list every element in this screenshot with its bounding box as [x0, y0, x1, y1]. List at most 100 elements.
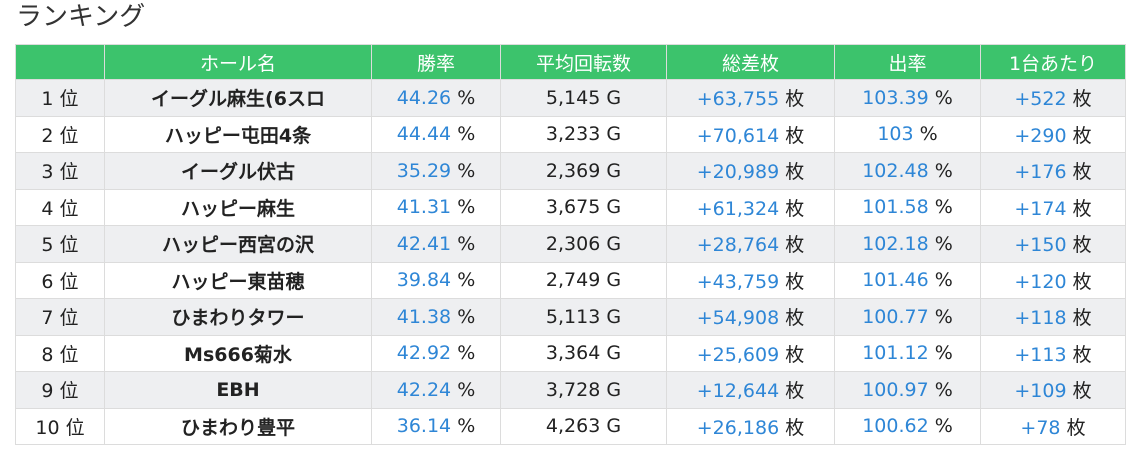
payout-rate-cell: 103 %: [834, 115, 981, 153]
total-diff-value: +63,755: [696, 88, 780, 111]
hall-name-cell: Ms666菊水: [104, 334, 372, 372]
total-diff-unit: 枚: [785, 270, 805, 293]
payout-rate-unit: %: [934, 269, 953, 292]
payout-rate-cell: 101.58 %: [834, 188, 981, 226]
hall-name-link[interactable]: ハッピー東苗穂: [171, 271, 304, 293]
header-hall-name[interactable]: ホール名: [104, 44, 372, 80]
payout-rate-cell: 100.97 %: [834, 371, 981, 409]
hall-name-link[interactable]: ハッピー屯田4条: [165, 125, 311, 147]
per-unit-value: +120: [1014, 270, 1067, 293]
total-diff-cell: +54,908 枚: [666, 298, 835, 336]
payout-rate-value: 101.12: [862, 342, 929, 365]
total-diff-cell: +43,759 枚: [666, 261, 835, 299]
win-rate-value: 36.14: [396, 415, 452, 438]
per-unit-cell: +109 枚: [980, 371, 1126, 409]
win-rate-value: 35.29: [396, 159, 452, 182]
win-rate-value: 44.44: [396, 123, 452, 146]
win-rate-cell: 42.92 %: [371, 334, 501, 372]
header-win-rate[interactable]: 勝率: [371, 44, 501, 80]
hall-name-cell: ひまわりタワー: [104, 298, 372, 336]
hall-name-cell: イーグル麻生(6スロ: [104, 79, 372, 117]
total-diff-unit: 枚: [785, 307, 805, 330]
avg-spins-value: 2,306 G: [545, 232, 622, 255]
rank-label: 4 位: [41, 197, 79, 220]
total-diff-value: +28,764: [696, 234, 780, 257]
hall-name-cell: ひまわり豊平: [104, 407, 372, 445]
per-unit-cell: +176 枚: [980, 152, 1126, 190]
ranking-table: ホール名 勝率 平均回転数 総差枚 出率 1台あたり 1 位 イーグル麻生(6ス…: [15, 44, 1126, 445]
hall-name-link[interactable]: EBH: [216, 379, 259, 401]
per-unit-cell: +118 枚: [980, 298, 1126, 336]
hall-name-link[interactable]: ひまわりタワー: [171, 307, 304, 329]
avg-spins-value: 3,233 G: [545, 123, 622, 146]
per-unit-cell: +150 枚: [980, 225, 1126, 263]
win-rate-unit: %: [457, 415, 476, 438]
header-per-unit[interactable]: 1台あたり: [980, 44, 1126, 80]
total-diff-value: +20,989: [696, 161, 780, 184]
hall-name-link[interactable]: イーグル伏古: [181, 161, 295, 183]
per-unit-unit: 枚: [1072, 197, 1092, 220]
total-diff-unit: 枚: [785, 343, 805, 366]
per-unit-cell: +113 枚: [980, 334, 1126, 372]
win-rate-unit: %: [457, 342, 476, 365]
win-rate-unit: %: [457, 269, 476, 292]
win-rate-value: 42.24: [396, 378, 452, 401]
win-rate-cell: 44.44 %: [371, 115, 501, 153]
payout-rate-cell: 103.39 %: [834, 79, 981, 117]
payout-rate-unit: %: [934, 342, 953, 365]
hall-name-link[interactable]: ハッピー麻生: [181, 198, 295, 220]
header-total-diff[interactable]: 総差枚: [666, 44, 835, 80]
total-diff-cell: +28,764 枚: [666, 225, 835, 263]
hall-name-link[interactable]: ひまわり豊平: [181, 417, 295, 439]
header-payout-rate[interactable]: 出率: [834, 44, 981, 80]
header-avg-spins[interactable]: 平均回転数: [500, 44, 667, 80]
per-unit-cell: +522 枚: [980, 79, 1126, 117]
per-unit-unit: 枚: [1072, 270, 1092, 293]
table-row: 1 位 イーグル麻生(6スロ 44.26 % 5,145 G +63,755 枚…: [15, 79, 1126, 117]
payout-rate-unit: %: [934, 305, 953, 328]
per-unit-unit: 枚: [1072, 124, 1092, 147]
win-rate-unit: %: [457, 305, 476, 328]
total-diff-cell: +12,644 枚: [666, 371, 835, 409]
total-diff-cell: +70,614 枚: [666, 115, 835, 153]
per-unit-unit: 枚: [1072, 88, 1092, 111]
win-rate-unit: %: [457, 232, 476, 255]
win-rate-cell: 35.29 %: [371, 152, 501, 190]
rank-label: 9 位: [41, 380, 79, 403]
payout-rate-value: 100.97: [862, 378, 929, 401]
avg-spins-value: 4,263 G: [545, 415, 622, 438]
total-diff-unit: 枚: [785, 380, 805, 403]
payout-rate-unit: %: [934, 159, 953, 182]
win-rate-unit: %: [457, 123, 476, 146]
payout-rate-value: 100.62: [862, 415, 929, 438]
hall-name-cell: ハッピー東苗穂: [104, 261, 372, 299]
per-unit-value: +174: [1014, 197, 1067, 220]
payout-rate-unit: %: [934, 86, 953, 109]
hall-name-cell: ハッピー西宮の沢: [104, 225, 372, 263]
hall-name-link[interactable]: ハッピー西宮の沢: [162, 234, 314, 256]
avg-spins-value: 5,145 G: [545, 86, 622, 109]
per-unit-value: +150: [1014, 234, 1067, 257]
per-unit-cell: +290 枚: [980, 115, 1126, 153]
table-row: 9 位 EBH 42.24 % 3,728 G +12,644 枚 100.97…: [15, 371, 1126, 409]
rank-label: 6 位: [41, 270, 79, 293]
payout-rate-unit: %: [934, 232, 953, 255]
payout-rate-cell: 102.18 %: [834, 225, 981, 263]
win-rate-value: 44.26: [396, 86, 452, 109]
payout-rate-cell: 102.48 %: [834, 152, 981, 190]
rank-label: 10 位: [35, 416, 85, 439]
page-title: ランキング: [16, 2, 146, 32]
total-diff-value: +43,759: [696, 270, 780, 293]
per-unit-unit: 枚: [1072, 161, 1092, 184]
hall-name-link[interactable]: イーグル麻生(6スロ: [151, 88, 325, 110]
rank-cell: 4 位: [15, 188, 105, 226]
hall-name-link[interactable]: Ms666菊水: [184, 344, 292, 366]
total-diff-unit: 枚: [785, 161, 805, 184]
win-rate-value: 42.92: [396, 342, 452, 365]
payout-rate-cell: 101.46 %: [834, 261, 981, 299]
payout-rate-cell: 100.62 %: [834, 407, 981, 445]
total-diff-cell: +25,609 枚: [666, 334, 835, 372]
total-diff-cell: +63,755 枚: [666, 79, 835, 117]
total-diff-cell: +61,324 枚: [666, 188, 835, 226]
per-unit-cell: +120 枚: [980, 261, 1126, 299]
